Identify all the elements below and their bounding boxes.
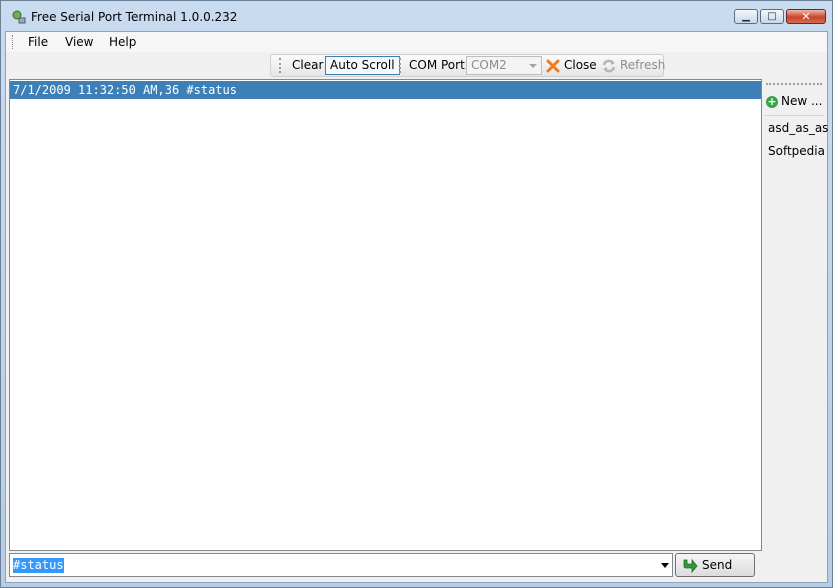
command-input[interactable]: #status <box>9 553 673 577</box>
title-bar[interactable]: Free Serial Port Terminal 1.0.0.232 ▁ □ … <box>1 1 832 31</box>
app-window: Free Serial Port Terminal 1.0.0.232 ▁ □ … <box>0 0 833 588</box>
menu-view[interactable]: View <box>65 35 93 49</box>
log-line[interactable]: 7/1/2009 11:32:50 AM,36 #status <box>10 81 761 99</box>
toolbar-grip[interactable] <box>279 58 284 73</box>
menu-bar: File View Help <box>6 32 827 52</box>
macro-item-softpedia[interactable]: Softpedia <box>768 144 825 158</box>
output-log[interactable]: 7/1/2009 11:32:50 AM,36 #status <box>9 79 762 551</box>
maximize-icon: □ <box>767 11 777 22</box>
close-port-icon <box>546 59 560 73</box>
new-macro-label: New ... <box>781 94 823 108</box>
add-icon: + <box>766 94 778 108</box>
menu-file[interactable]: File <box>28 35 48 49</box>
com-port-value: COM2 <box>471 58 507 72</box>
send-label: Send <box>702 558 733 572</box>
client-area: File View Help Clear Auto Scroll COM Por… <box>5 31 828 583</box>
chevron-down-icon <box>529 64 537 68</box>
com-port-label: COM Port <box>409 58 465 72</box>
auto-scroll-button[interactable]: Auto Scroll <box>325 56 400 75</box>
minimize-icon: ▁ <box>742 11 750 22</box>
maximize-button[interactable]: □ <box>760 9 784 24</box>
command-text[interactable]: #status <box>13 558 64 573</box>
close-icon: ✕ <box>801 10 811 23</box>
dropdown-icon[interactable] <box>661 563 669 568</box>
toolbar: Clear Auto Scroll COM Port COM2 Close Re… <box>270 54 665 77</box>
send-icon <box>683 558 698 574</box>
com-port-select[interactable]: COM2 <box>466 56 542 75</box>
menu-grip <box>12 35 16 49</box>
close-port-button[interactable]: Close <box>560 56 601 75</box>
panel-grip <box>766 83 822 85</box>
clear-button[interactable]: Clear <box>288 56 327 75</box>
close-window-button[interactable]: ✕ <box>786 9 826 24</box>
panel-divider <box>764 115 824 116</box>
macro-item-asd[interactable]: asd_as_as <box>768 121 828 135</box>
minimize-button[interactable]: ▁ <box>734 9 758 24</box>
window-controls: ▁ □ ✕ <box>734 9 826 24</box>
app-icon <box>12 10 26 24</box>
new-macro-button[interactable]: + New ... <box>766 91 822 111</box>
refresh-icon <box>602 59 616 73</box>
toolbar-grip-2[interactable] <box>399 58 404 73</box>
refresh-button[interactable]: Refresh <box>616 56 669 75</box>
macro-panel: + New ... asd_as_as Softpedia <box>764 79 828 551</box>
send-button[interactable]: Send <box>675 553 755 577</box>
menu-help[interactable]: Help <box>109 35 136 49</box>
window-title: Free Serial Port Terminal 1.0.0.232 <box>31 10 238 24</box>
